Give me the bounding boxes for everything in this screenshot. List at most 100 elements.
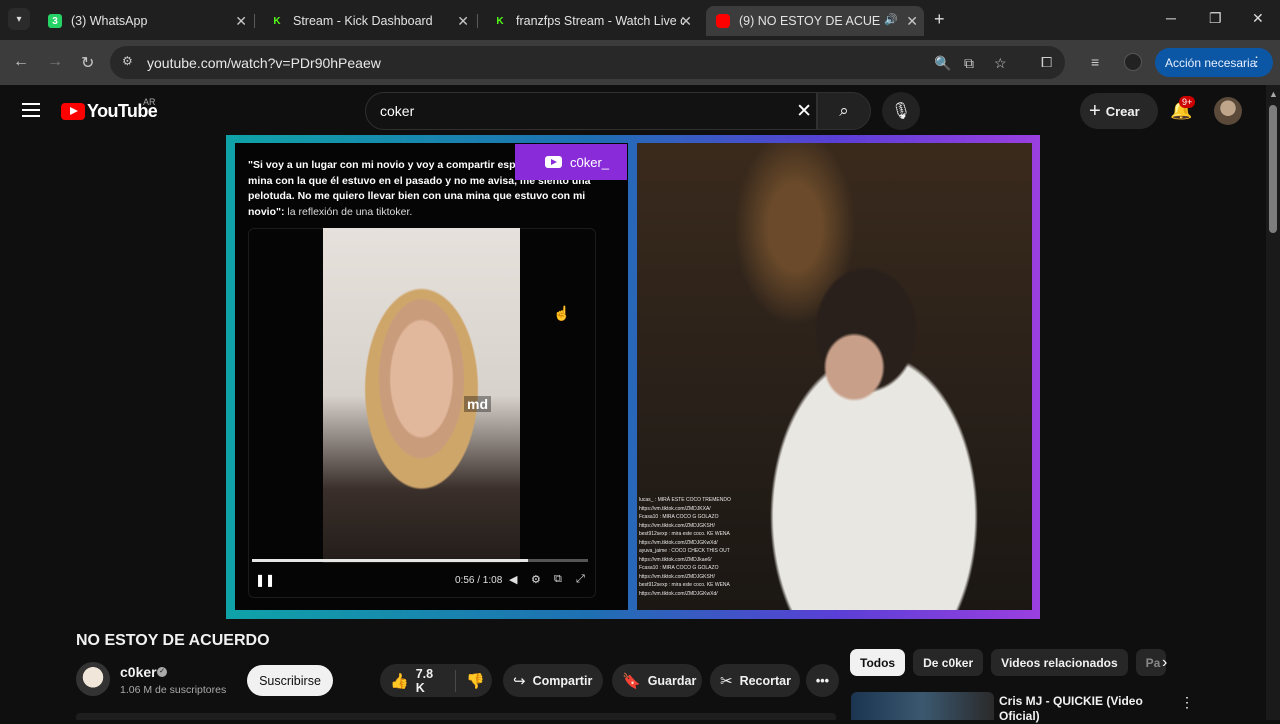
embedded-time: 0:56 / 1:08 (455, 575, 503, 586)
chat-line: https://vm.tiktok.com/ZMDJGKSH/ (639, 522, 715, 529)
clip-button[interactable]: ✂ Recortar (710, 664, 800, 697)
tab-separator (477, 14, 478, 28)
pause-icon: ❚❚ (255, 573, 276, 587)
back-icon[interactable]: ← (13, 53, 29, 71)
zoom-icon[interactable]: 🔍 (934, 55, 951, 72)
channel-avatar[interactable] (76, 662, 110, 696)
channel-overlay-chip: c0ker_ (515, 144, 627, 180)
minimize-icon[interactable]: ─ (1166, 10, 1176, 26)
action-needed-label: Acción necesaria (1165, 55, 1257, 70)
browser-profile-avatar[interactable] (1124, 53, 1142, 71)
chat-line: https://vm.tiktok.com/ZMDJGKwXd/ (639, 590, 718, 597)
settings-icon: ⚙ (531, 574, 541, 586)
more-horiz-icon: ••• (815, 673, 830, 688)
kick-icon: K (273, 15, 281, 27)
close-window-icon[interactable]: ✕ (1252, 10, 1264, 27)
youtube-icon (545, 156, 562, 168)
pip-icon: ⧉ (554, 573, 562, 585)
search-query[interactable]: coker (380, 103, 414, 119)
save-label: Guardar (647, 673, 697, 688)
plus-icon: + (1089, 99, 1101, 122)
chevron-right-icon[interactable]: › (1162, 654, 1167, 672)
media-controls-icon[interactable]: ≡ (1091, 54, 1099, 70)
create-button[interactable]: + Crear (1080, 93, 1158, 129)
description-box[interactable] (76, 713, 836, 720)
chat-line: https://vm.tiktok.com/ZMDJKXA/ (639, 505, 711, 512)
share-button[interactable]: ↪ Compartir (503, 664, 603, 697)
install-app-icon[interactable]: ⧉ (964, 55, 974, 72)
bookmark-icon: 🔖 (622, 672, 641, 690)
new-tab-icon[interactable]: + (934, 9, 945, 30)
site-info-icon[interactable]: ⚙ (122, 54, 133, 68)
channel-name[interactable]: c0ker (120, 664, 157, 680)
page-scrollbar[interactable]: ▲ (1266, 85, 1280, 720)
chat-line: best912sexp : mira este coco. KE WENA (639, 531, 730, 537)
stream-chat-overlay: lucas_ : MIRÁ ESTE COCO TREMENDO https://… (639, 496, 749, 598)
like-count[interactable]: 7.8 K (416, 667, 446, 695)
scroll-up-icon[interactable]: ▲ (1269, 89, 1278, 99)
search-button[interactable]: ⌕ (817, 92, 871, 130)
embedded-progress-bar (252, 559, 588, 562)
voice-search-button[interactable]: 🎙 (882, 92, 920, 130)
clear-search-icon[interactable]: ✕ (796, 100, 812, 123)
tab-separator (254, 14, 255, 28)
country-code: AR (143, 97, 156, 107)
reload-icon[interactable]: ↻ (81, 53, 94, 73)
speaker-icon[interactable]: 🔊 (884, 13, 898, 26)
youtube-play-icon (61, 103, 85, 120)
more-vert-icon: ⋮ (1250, 54, 1263, 69)
extensions-icon[interactable]: ⧠ (1041, 54, 1052, 71)
tab-whatsapp[interactable]: 3 (3) WhatsApp ✕ (38, 6, 253, 36)
subscribe-button[interactable]: Suscribirse (247, 665, 333, 696)
forward-icon[interactable]: → (47, 53, 63, 71)
fullscreen-icon: ⤢ (576, 573, 585, 585)
chat-line: https://vm.tiktok.com/ZMDJkae6/ (639, 556, 712, 563)
search-input[interactable]: coker ✕ (365, 92, 817, 130)
overlay-channel-name: c0ker_ (570, 154, 610, 170)
like-divider (455, 669, 457, 692)
tab-youtube-active[interactable]: (9) NO ESTOY DE ACUERDO 🔊 ✕ (706, 6, 924, 36)
save-button[interactable]: 🔖 Guardar (612, 664, 702, 697)
restore-icon[interactable]: ❐ (1209, 10, 1222, 27)
chip-related[interactable]: Videos relacionados (991, 649, 1128, 676)
address-bar[interactable]: ⚙ youtube.com/watch?v=PDr90hPeaew 🔍 ⧉ ☆ (110, 46, 1065, 79)
chat-line: best912sexp : mira este coco. KE WENA (639, 582, 730, 588)
recommended-thumbnail[interactable] (851, 692, 994, 720)
close-icon[interactable]: ✕ (457, 13, 469, 30)
tab-search-button[interactable]: ▾ (8, 8, 30, 30)
chat-line: https://vm.tiktok.com/ZMDJGKwXd/ (639, 539, 718, 546)
chat-line: ayuva_jaime : COCO CHECK THIS OUT (639, 548, 730, 554)
menu-icon[interactable] (22, 103, 40, 117)
close-icon[interactable]: ✕ (680, 13, 692, 30)
more-actions-button[interactable]: ••• (806, 664, 839, 697)
tab-kick-stream[interactable]: K franzfps Stream - Watch Live on ✕ (483, 6, 698, 36)
notifications-button[interactable]: 🔔 9+ (1170, 96, 1196, 121)
thumbs-down-icon[interactable]: 👎 (466, 672, 485, 690)
close-icon[interactable]: ✕ (235, 13, 247, 30)
user-avatar[interactable] (1214, 97, 1242, 125)
scissors-icon: ✂ (720, 672, 733, 690)
thumbs-up-icon[interactable]: 👍 (390, 672, 409, 690)
chip-from-channel[interactable]: De c0ker (913, 649, 984, 676)
browser-tab-strip: ▾ 3 (3) WhatsApp ✕ K Stream - Kick Dashb… (0, 0, 1280, 40)
share-label: Compartir (532, 673, 593, 688)
browser-toolbar: ← → ↻ ⚙ youtube.com/watch?v=PDr90hPeaew … (0, 40, 1280, 85)
search-icon: ⌕ (839, 101, 849, 120)
whatsapp-icon: 3 (48, 14, 62, 28)
tab-title: (9) NO ESTOY DE ACUERDO (739, 14, 881, 28)
chip-all[interactable]: Todos (850, 649, 906, 676)
close-icon[interactable]: ✕ (906, 13, 918, 30)
share-icon: ↪ (513, 672, 526, 690)
kick-icon: K (496, 15, 504, 27)
mouse-cursor-icon: ☝ (553, 305, 571, 321)
more-vert-icon[interactable]: ⋮ (1180, 694, 1194, 711)
bookmark-star-icon[interactable]: ☆ (994, 55, 1007, 72)
tab-kick-dashboard[interactable]: K Stream - Kick Dashboard ✕ (260, 6, 475, 36)
notifications-badge: 9+ (1179, 96, 1196, 108)
scroll-thumb[interactable] (1269, 105, 1277, 233)
url-text[interactable]: youtube.com/watch?v=PDr90hPeaew (147, 55, 381, 71)
tab-title: (3) WhatsApp (71, 14, 148, 28)
youtube-logo[interactable]: YouTube AR (61, 97, 158, 122)
action-needed-button[interactable]: Acción necesaria ⋮ (1155, 48, 1273, 77)
tweet-subtext: la reflexión de una tiktoker. (287, 205, 413, 218)
